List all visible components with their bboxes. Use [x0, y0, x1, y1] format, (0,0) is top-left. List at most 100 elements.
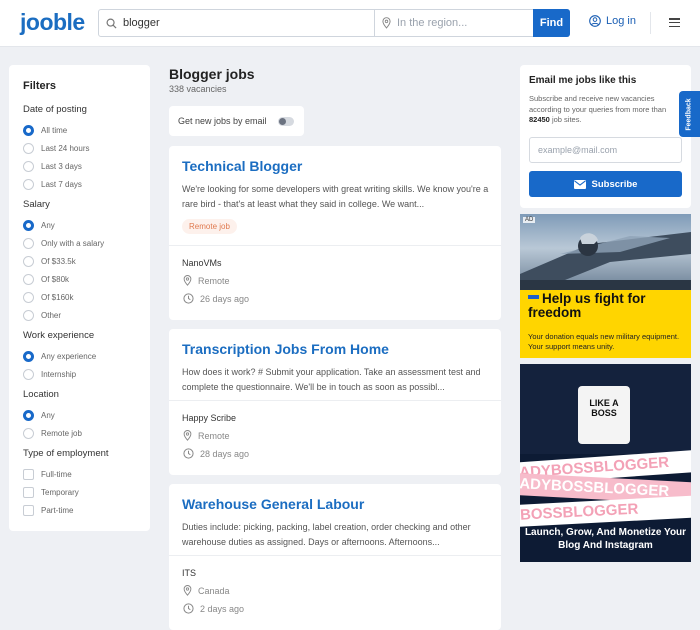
job-card[interactable]: Warehouse General Labour Duties include:…: [169, 484, 501, 630]
radio-button[interactable]: [23, 273, 34, 285]
job-title[interactable]: Technical Blogger: [182, 158, 302, 174]
radio-button[interactable]: [23, 350, 34, 362]
filter-option[interactable]: Any: [23, 406, 136, 424]
filter-option[interactable]: Any: [23, 216, 136, 234]
ukraine-flag-icon: [528, 295, 539, 304]
filter-option[interactable]: Last 7 days: [23, 175, 136, 193]
search-bar: blogger In the region... Find: [98, 9, 570, 37]
subscribe-panel: Email me jobs like this Subscribe and re…: [520, 65, 691, 208]
card-divider: [169, 400, 501, 401]
filter-option-label: Any: [41, 220, 55, 230]
advertisement-donation[interactable]: AD Help us fight for freedom Your donati…: [520, 214, 691, 358]
filter-group-title: Work experience: [23, 330, 95, 341]
filter-option[interactable]: Of $33.5k: [23, 252, 136, 270]
radio-button[interactable]: [23, 255, 34, 267]
find-button[interactable]: Find: [533, 9, 570, 37]
location-field[interactable]: In the region...: [375, 10, 533, 36]
filter-option-label: Only with a salary: [41, 238, 105, 248]
filter-option-label: All time: [41, 125, 68, 135]
clock-icon: [183, 603, 194, 614]
filter-option-label: Any experience: [41, 351, 97, 361]
radio-button[interactable]: [23, 291, 34, 303]
location-text: Canada: [198, 585, 230, 596]
filter-option-label: Last 3 days: [41, 161, 82, 171]
location-text: Remote: [198, 430, 230, 441]
card-divider: [169, 555, 501, 556]
email-jobs-toggle[interactable]: Get new jobs by email: [169, 106, 304, 136]
job-title[interactable]: Warehouse General Labour: [182, 496, 364, 512]
radio-button[interactable]: [23, 124, 34, 136]
email-toggle-label: Get new jobs by email: [178, 116, 267, 126]
filter-option[interactable]: Last 24 hours: [23, 139, 136, 157]
advertisement-blog[interactable]: LIKE A BOSS LADYBOSSBLOGGER LADYBOSSBLOG…: [520, 364, 691, 562]
filter-option[interactable]: Other: [23, 306, 136, 324]
job-posted: 28 days ago: [183, 448, 249, 459]
radio-button[interactable]: [23, 309, 34, 321]
radio-button[interactable]: [23, 409, 34, 421]
filter-group: Location Any Remote job: [23, 389, 136, 442]
filter-option-label: Part-time: [41, 505, 74, 515]
filter-option[interactable]: Internship: [23, 365, 136, 383]
radio-button[interactable]: [23, 178, 34, 190]
filter-group: Work experience Any experience Internship: [23, 330, 136, 383]
filter-option[interactable]: Part-time: [23, 501, 136, 519]
feedback-tab[interactable]: Feedback: [679, 91, 700, 137]
filters-panel: Filters Date of posting All time Last 24 h…: [9, 65, 150, 531]
radio-button[interactable]: [23, 219, 34, 231]
filter-option-label: Last 24 hours: [41, 143, 90, 153]
filter-option-label: Of $160k: [41, 292, 74, 302]
subscribe-button[interactable]: Subscribe: [529, 171, 682, 197]
filter-group: Type of employment Full-time Temporary Part…: [23, 448, 136, 519]
location-input[interactable]: In the region...: [397, 17, 467, 29]
keyword-field[interactable]: blogger: [99, 10, 375, 36]
company-name: NanoVMs: [182, 258, 222, 268]
subscribe-title: Email me jobs like this: [529, 75, 637, 86]
filter-option-label: Internship: [41, 369, 77, 379]
checkbox[interactable]: [23, 504, 34, 516]
radio-button[interactable]: [23, 142, 34, 154]
filter-group-title: Type of employment: [23, 448, 109, 459]
search-input[interactable]: blogger: [123, 17, 160, 29]
filter-option[interactable]: Any experience: [23, 347, 136, 365]
filter-option[interactable]: Of $160k: [23, 288, 136, 306]
clock-icon: [183, 448, 194, 459]
filter-option[interactable]: Only with a salary: [23, 234, 136, 252]
fighter-jet-image: [520, 232, 691, 290]
login-link[interactable]: Log in: [589, 15, 636, 27]
radio-button[interactable]: [23, 427, 34, 439]
job-card[interactable]: Technical Blogger We're looking for some…: [169, 146, 501, 320]
filter-option[interactable]: All time: [23, 121, 136, 139]
subscribe-label: Subscribe: [591, 178, 638, 190]
jooble-logo[interactable]: jooble: [20, 9, 85, 36]
filter-option[interactable]: Of $80k: [23, 270, 136, 288]
ad-photo-pilot: [520, 214, 691, 290]
radio-button[interactable]: [23, 160, 34, 172]
radio-button[interactable]: [23, 237, 34, 249]
filter-option-label: Of $33.5k: [41, 256, 76, 266]
toggle-switch[interactable]: [278, 117, 294, 126]
ad-cta: Launch, Grow, And Monetize Your Blog And…: [524, 527, 687, 551]
filter-group-title: Salary: [23, 199, 50, 210]
job-card[interactable]: Transcription Jobs From Home How does it…: [169, 329, 501, 475]
filter-option[interactable]: Remote job: [23, 424, 136, 442]
job-description: Duties include: picking, packing, label …: [182, 522, 471, 547]
email-field[interactable]: example@mail.com: [529, 137, 682, 163]
filter-option[interactable]: Full-time: [23, 465, 136, 483]
posted-text: 2 days ago: [200, 603, 245, 614]
login-label: Log in: [606, 15, 636, 27]
job-title[interactable]: Transcription Jobs From Home: [182, 341, 389, 357]
radio-button[interactable]: [23, 368, 34, 380]
checkbox[interactable]: [23, 468, 34, 480]
filter-option[interactable]: Temporary: [23, 483, 136, 501]
subscribe-text: Subscribe and receive new vacancies acco…: [529, 94, 667, 124]
header-divider: [650, 12, 651, 34]
filter-group: Date of posting All time Last 24 hours Last…: [23, 104, 136, 193]
filter-option[interactable]: Last 3 days: [23, 157, 136, 175]
location-text: Remote: [198, 275, 230, 286]
filter-option-label: Full-time: [41, 469, 72, 479]
filter-option-label: Last 7 days: [41, 179, 82, 189]
hamburger-menu-icon[interactable]: [669, 18, 680, 27]
location-pin-icon: [183, 585, 192, 596]
envelope-icon: [573, 179, 586, 189]
checkbox[interactable]: [23, 486, 34, 498]
